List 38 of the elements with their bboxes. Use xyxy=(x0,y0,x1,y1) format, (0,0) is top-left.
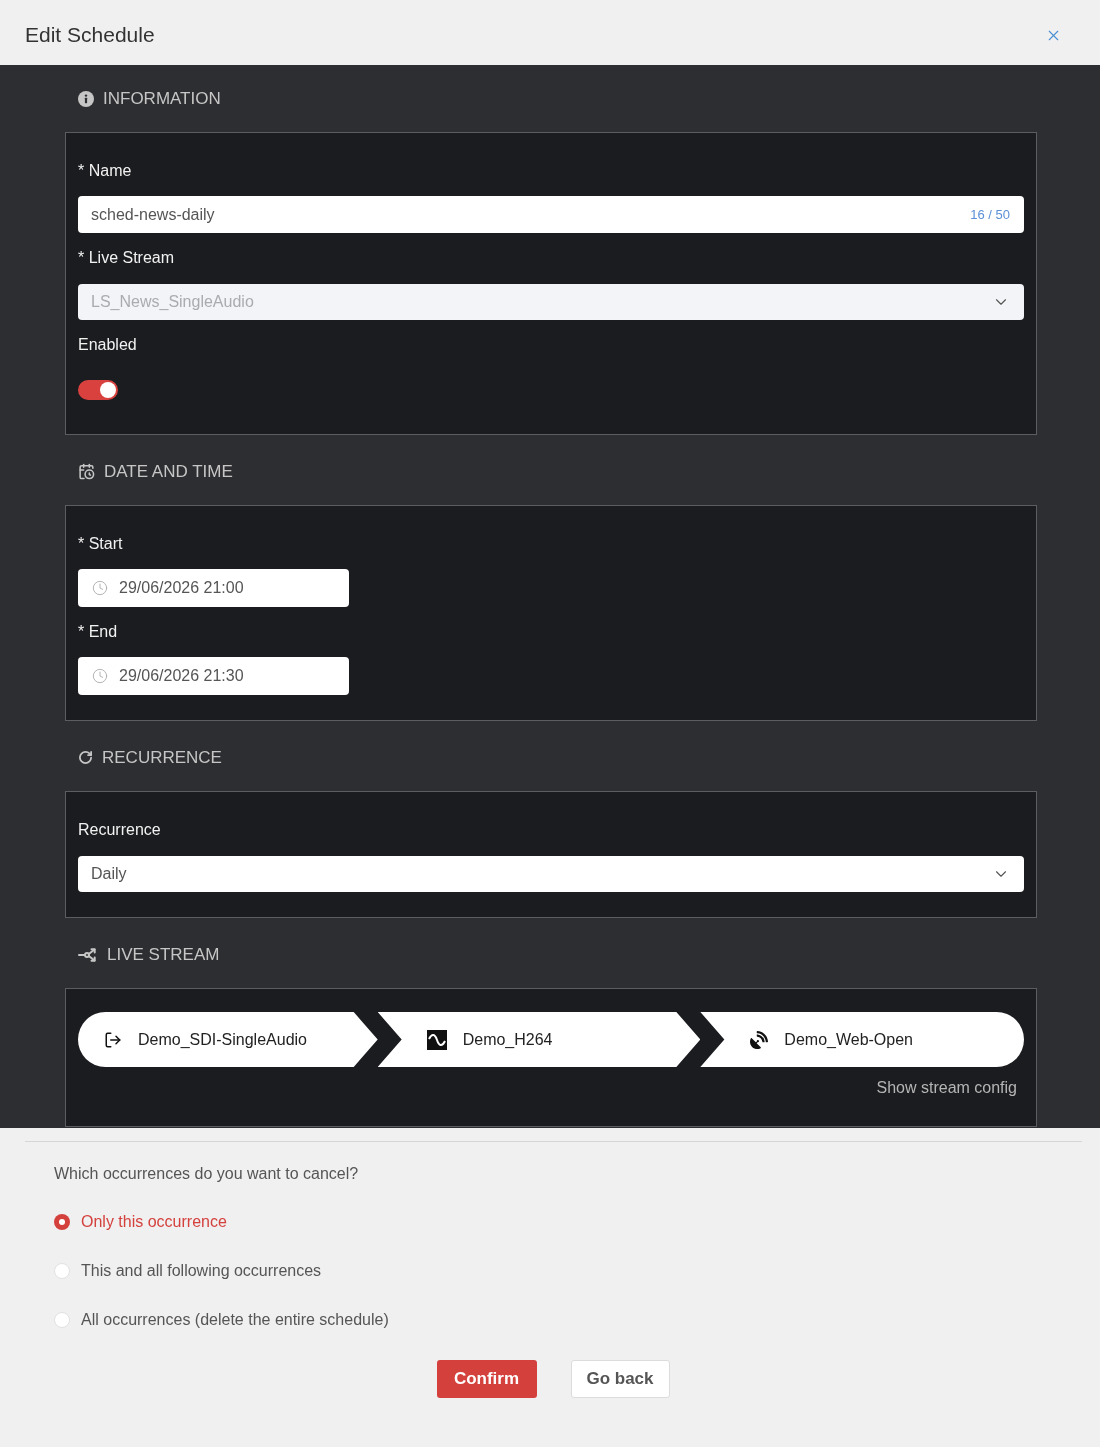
section-heading: RECURRENCE xyxy=(102,746,222,769)
confirm-button[interactable]: Confirm xyxy=(436,1360,537,1398)
step-label: Demo_SDI-SingleAudio xyxy=(138,1029,307,1050)
branch-arrows-icon xyxy=(78,946,98,963)
toggle-switch[interactable] xyxy=(78,380,118,400)
radio-button[interactable] xyxy=(54,1214,70,1230)
clock-icon xyxy=(92,580,108,596)
field-label: * Name xyxy=(78,161,132,181)
radio-label[interactable]: This and all following occurrences xyxy=(81,1259,322,1283)
step-label: Demo_Web-Open xyxy=(784,1029,913,1050)
calendar-clock-icon xyxy=(78,463,95,480)
radio-label[interactable]: Only this occurrence xyxy=(81,1210,227,1234)
field-label: * Live Stream xyxy=(78,248,175,268)
datetime-field[interactable]: 29/06/2026 21:00 xyxy=(78,569,349,607)
select-field[interactable]: Daily xyxy=(78,856,1024,892)
datetime-field[interactable]: 29/06/2026 21:30 xyxy=(78,657,349,695)
character-counter: 16 / 50 xyxy=(970,205,1010,224)
step-label: Demo_H264 xyxy=(462,1029,553,1050)
field-label: * Start xyxy=(78,534,123,554)
stream-config-link[interactable]: Show stream config xyxy=(876,1078,1017,1098)
clock-icon xyxy=(92,668,108,684)
radio-button[interactable] xyxy=(54,1263,70,1279)
section-heading: DATE AND TIME xyxy=(104,460,233,483)
field-label: Enabled xyxy=(78,335,137,355)
refresh-icon xyxy=(78,750,93,765)
cancel-question: Which occurrences do you want to cancel? xyxy=(54,1164,359,1184)
radio-label[interactable]: All occurrences (delete the entire schedule) xyxy=(81,1308,389,1332)
info-icon xyxy=(78,90,94,107)
text-field[interactable]: sched-news-daily 16 / 50 xyxy=(78,196,1024,233)
section-heading: LIVE STREAM xyxy=(107,943,220,966)
go-back-button[interactable]: Go back xyxy=(570,1360,670,1398)
wave-square-icon xyxy=(426,1029,447,1050)
section-heading: INFORMATION xyxy=(103,87,221,110)
dialog-title: Edit Schedule xyxy=(25,22,155,49)
satellite-dish-icon xyxy=(750,1030,769,1049)
field-label: * End xyxy=(78,622,118,642)
field-label: Recurrence xyxy=(78,820,161,840)
radio-button[interactable] xyxy=(54,1312,70,1328)
